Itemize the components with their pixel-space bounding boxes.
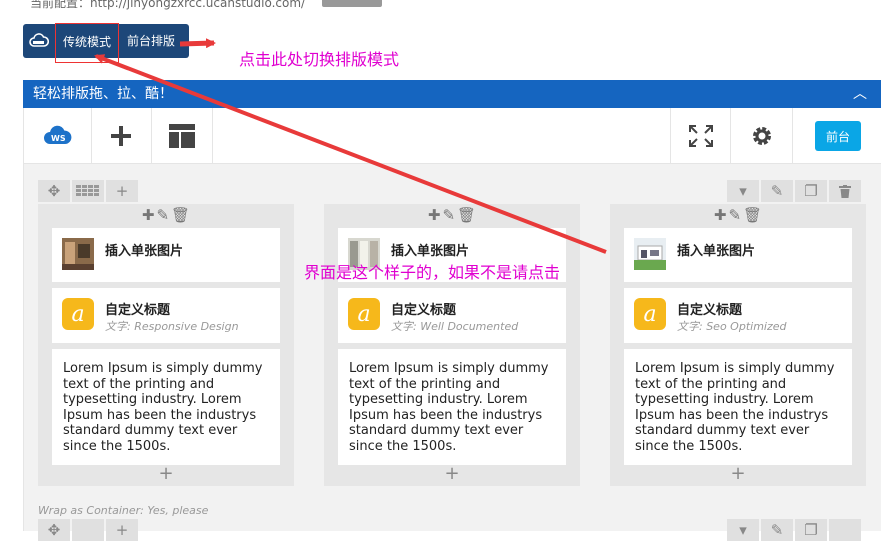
arrow-to-traditional-mode (94, 54, 607, 254)
annotation-arrows (94, 38, 607, 254)
arrow-to-switch-hint (179, 38, 216, 49)
